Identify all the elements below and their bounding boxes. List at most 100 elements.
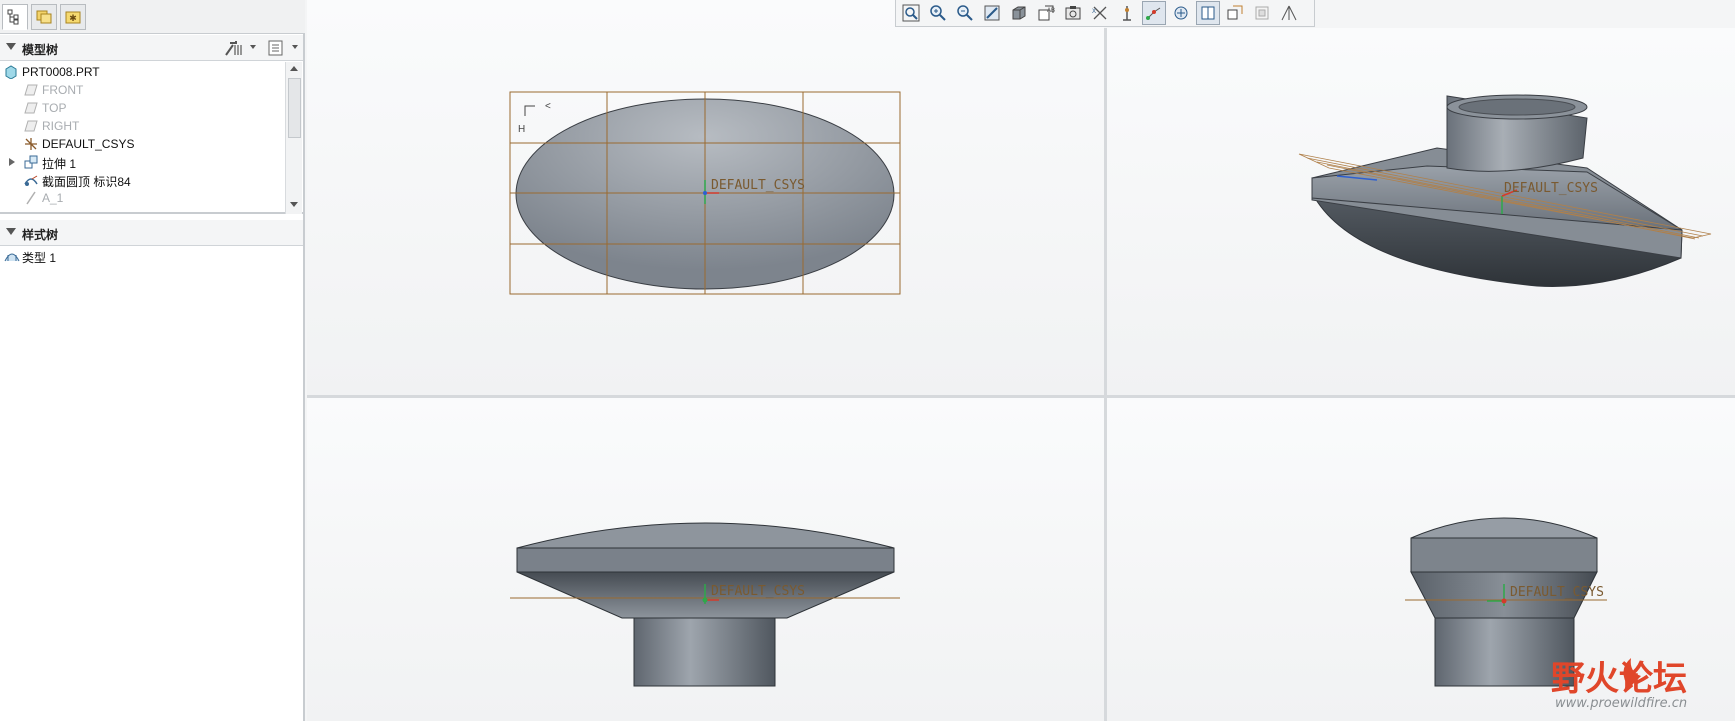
saved-views-icon: AB: [1038, 5, 1055, 21]
viewport-top-right[interactable]: DEFAULT_CSYS: [1107, 28, 1735, 395]
scroll-down-icon[interactable]: [290, 202, 298, 207]
tree-item-part[interactable]: PRT0008.PRT: [0, 63, 280, 81]
datum-axis-icon: [1123, 6, 1131, 21]
zoom-in-button[interactable]: [926, 1, 950, 25]
show-list-icon[interactable]: [268, 39, 284, 60]
tree-item-top[interactable]: TOP: [0, 99, 280, 117]
top-view-drawing: H < DEFAULT_CSYS: [509, 91, 901, 295]
navigator-tabs: ✱: [0, 0, 305, 34]
tree-divider: [0, 212, 303, 214]
svg-text:✱: ✱: [69, 13, 77, 23]
zoom-out-button[interactable]: [953, 1, 977, 25]
plane-tag-icon: H <: [518, 101, 551, 135]
repaint-button[interactable]: [980, 1, 1004, 25]
datum-display-icon: X: [1092, 6, 1107, 20]
view-manager-icon: [1065, 6, 1081, 20]
viewport-top-left[interactable]: H < DEFAULT_CSYS: [307, 0, 1104, 395]
tree-item-right[interactable]: RIGHT: [0, 117, 280, 135]
tree-item-section-dome[interactable]: 截面圆顶 标识84: [0, 171, 280, 189]
watermark-url: www.proewildfire.cn: [1555, 696, 1687, 711]
navigator-panel: ✱ 模型树 PRT0008.PRT FRONT TOP RIGHT DEFAUL…: [0, 0, 305, 721]
tree-item-csys[interactable]: DEFAULT_CSYS: [0, 135, 280, 153]
spin-center-button[interactable]: [1196, 1, 1220, 25]
refit-button[interactable]: [899, 1, 923, 25]
datum-axis-button[interactable]: [1115, 1, 1139, 25]
viewport-divider-vertical[interactable]: [1104, 28, 1107, 721]
csys-display-icon: [1174, 6, 1188, 20]
tab-model-tree[interactable]: [2, 4, 28, 30]
show-dropdown-icon[interactable]: [292, 45, 298, 49]
repaint-icon: [984, 5, 1000, 21]
csys-icon: [25, 138, 37, 150]
style-icon: [4, 253, 20, 262]
tree-item-label: 截面圆顶 标识84: [42, 175, 131, 189]
tree-item-extrude[interactable]: 拉伸 1: [0, 153, 280, 171]
datum-plane-icon: [24, 102, 38, 114]
tree-item-label: TOP: [42, 101, 67, 115]
axis-icon: [26, 191, 36, 205]
tree-item-label: RIGHT: [42, 119, 80, 133]
saved-views-button[interactable]: AB: [1034, 1, 1058, 25]
svg-text:X: X: [1092, 9, 1096, 15]
model-iso-view[interactable]: [1311, 94, 1683, 287]
settings-tools-icon[interactable]: [223, 39, 243, 60]
annotation-display-button[interactable]: [1223, 1, 1247, 25]
viewport-divider-horizontal[interactable]: [307, 395, 1735, 398]
model-tree-icon: [7, 9, 19, 25]
display-style-icon: [1012, 6, 1026, 20]
model-tree-header[interactable]: 模型树: [0, 35, 303, 61]
graphics-toolbar: AB X: [895, 0, 1315, 27]
tree-item-label: FRONT: [42, 83, 84, 97]
part-icon: [5, 65, 17, 79]
folder-browser-icon: [36, 10, 52, 24]
csys-label: DEFAULT_CSYS: [1510, 585, 1604, 600]
perspective-icon: [1281, 5, 1297, 21]
expand-triangle-icon[interactable]: [9, 158, 15, 166]
watermark-title: 野火论坛: [1551, 659, 1687, 699]
tree-item-label: A_1: [42, 191, 64, 205]
settings-dropdown-icon[interactable]: [250, 45, 256, 49]
collapse-triangle-icon[interactable]: [6, 228, 16, 235]
perspective-button[interactable]: [1277, 1, 1301, 25]
style-item-label: 类型 1: [22, 251, 57, 265]
layers-button[interactable]: [1250, 1, 1274, 25]
tab-folder-browser[interactable]: [31, 4, 57, 30]
collapse-triangle-icon[interactable]: [6, 43, 16, 50]
viewport-bottom-left[interactable]: DEFAULT_CSYS: [307, 398, 1104, 721]
front-view-drawing: DEFAULT_CSYS: [510, 522, 900, 687]
tree-item-label: PRT0008.PRT: [22, 65, 100, 79]
layers-icon: [1255, 6, 1269, 20]
scroll-up-icon[interactable]: [290, 66, 298, 71]
scroll-thumb[interactable]: [288, 78, 301, 138]
style-item-type1[interactable]: 类型 1: [0, 247, 280, 265]
csys-label: DEFAULT_CSYS: [711, 178, 805, 193]
section-dome-icon: [24, 175, 38, 186]
svg-text:H: H: [518, 124, 525, 135]
csys-display-button[interactable]: [1169, 1, 1193, 25]
datum-point-button[interactable]: [1142, 1, 1166, 25]
datum-point-icon: [1146, 7, 1161, 20]
datum-plane-icon: [24, 84, 38, 96]
refit-icon: [902, 4, 920, 22]
datum-display-button[interactable]: X: [1088, 1, 1112, 25]
view-manager-button[interactable]: [1061, 1, 1085, 25]
tree-item-front[interactable]: FRONT: [0, 81, 280, 99]
tab-favorites[interactable]: ✱: [60, 4, 86, 30]
display-style-button[interactable]: [1007, 1, 1031, 25]
annotation-display-icon: [1227, 5, 1243, 20]
tree-item-axis[interactable]: A_1: [0, 189, 280, 206]
model-front-view[interactable]: [516, 522, 895, 687]
zoom-out-icon: [957, 5, 973, 21]
style-tree-header[interactable]: 样式树: [0, 220, 303, 246]
app-window: ✱ 模型树 PRT0008.PRT FRONT TOP RIGHT DEFAUL…: [0, 0, 1735, 721]
model-tree-title: 模型树: [22, 43, 59, 57]
zoom-in-icon: [930, 5, 946, 21]
style-tree-title: 样式树: [22, 228, 59, 242]
csys-label: DEFAULT_CSYS: [711, 584, 805, 599]
datum-plane-icon: [24, 120, 38, 132]
extrude-icon: [24, 155, 38, 169]
iso-view-drawing: DEFAULT_CSYS: [1298, 94, 1712, 287]
svg-text:<: <: [545, 101, 551, 112]
tree-scrollbar[interactable]: [285, 62, 302, 214]
spin-center-icon: [1201, 6, 1215, 20]
